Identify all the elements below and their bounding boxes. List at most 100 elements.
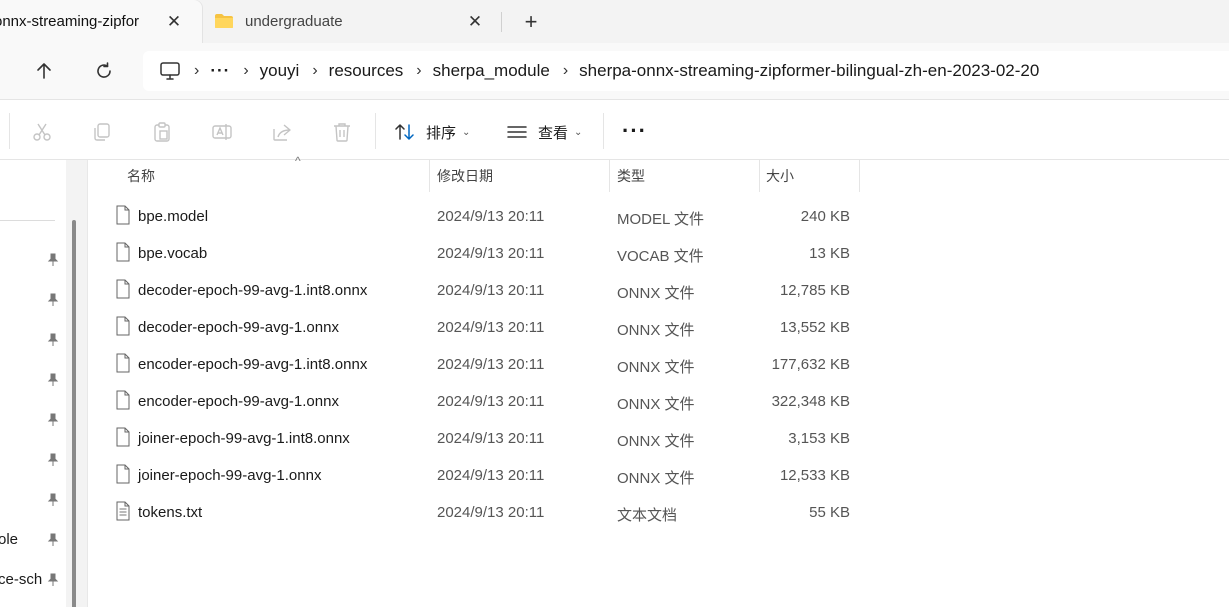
breadcrumb-separator[interactable]: › [243, 62, 248, 80]
breadcrumb-separator[interactable]: › [194, 62, 199, 80]
pin-icon[interactable] [46, 253, 60, 267]
pin-icon[interactable] [46, 533, 60, 547]
pin-icon[interactable] [46, 493, 60, 507]
file-list: ^ 名称 修改日期 类型 大小 bpe.model 2024/9/13 20:11… [88, 154, 1229, 607]
file-name: decoder-epoch-99-avg-1.int8.onnx [138, 282, 368, 299]
arrow-up-icon [37, 63, 51, 79]
file-icon [116, 242, 130, 262]
close-tab-icon[interactable]: ✕ [165, 12, 183, 31]
delete-icon[interactable] [331, 121, 353, 143]
up-button[interactable] [30, 57, 58, 85]
file-size: 12,533 KB [779, 467, 850, 484]
scrollbar-thumb[interactable] [72, 220, 76, 607]
breadcrumb-resources[interactable]: resources [329, 61, 404, 81]
file-row[interactable]: joiner-epoch-99-avg-1.onnx 2024/9/13 20:1… [88, 457, 868, 494]
file-icon [116, 316, 130, 336]
column-header-label: 大小 [766, 168, 794, 184]
tab-divider [501, 12, 502, 32]
file-icon [116, 279, 130, 299]
chevron-down-icon: ⌄ [462, 126, 471, 138]
command-separator [9, 113, 10, 149]
file-icon [116, 353, 130, 373]
file-date: 2024/9/13 20:11 [437, 356, 545, 373]
breadcrumb-youyi[interactable]: youyi [260, 61, 300, 81]
column-header-size[interactable]: 大小 [760, 160, 860, 192]
column-header-date[interactable]: 修改日期 [430, 160, 610, 192]
tab-undergraduate[interactable]: undergraduate ✕ [202, 0, 494, 43]
file-type: ONNX 文件 [617, 470, 695, 487]
pin-icon[interactable] [46, 573, 60, 587]
view-icon [507, 126, 527, 138]
pin-icon[interactable] [46, 373, 60, 387]
file-row[interactable]: tokens.txt 2024/9/13 20:11 文本文档 55 KB [88, 494, 868, 531]
pin-icon[interactable] [46, 293, 60, 307]
breadcrumb-separator[interactable]: › [416, 62, 421, 80]
file-date: 2024/9/13 20:11 [437, 245, 545, 262]
file-size: 13,552 KB [779, 319, 850, 336]
file-row[interactable]: bpe.model 2024/9/13 20:11 MODEL 文件 240 KB [88, 198, 868, 235]
sidebar-divider [0, 220, 55, 221]
rename-icon[interactable] [211, 121, 233, 143]
file-size: 322,348 KB [771, 393, 850, 410]
file-size: 13 KB [809, 245, 850, 262]
this-pc-icon[interactable] [159, 60, 181, 82]
sidebar-item-label[interactable]: ole [0, 531, 18, 548]
file-type: VOCAB 文件 [617, 248, 704, 265]
file-row[interactable]: encoder-epoch-99-avg-1.int8.onnx 2024/9/1… [88, 346, 868, 383]
cut-icon[interactable] [31, 121, 53, 143]
file-date: 2024/9/13 20:11 [437, 282, 545, 299]
file-row[interactable]: decoder-epoch-99-avg-1.int8.onnx 2024/9/1… [88, 272, 868, 309]
file-date: 2024/9/13 20:11 [437, 319, 545, 336]
file-icon [116, 427, 130, 447]
breadcrumb-sherpa-module[interactable]: sherpa_module [433, 61, 550, 81]
file-size: 177,632 KB [771, 356, 850, 373]
command-separator [375, 113, 376, 149]
file-row[interactable]: decoder-epoch-99-avg-1.onnx 2024/9/13 20:… [88, 309, 868, 346]
address-row: › ··· › youyi › resources › sherpa_modul… [0, 43, 1229, 100]
paste-icon[interactable] [151, 121, 173, 143]
file-icon [116, 464, 130, 484]
file-name: encoder-epoch-99-avg-1.onnx [138, 393, 339, 410]
close-tab-icon[interactable]: ✕ [466, 12, 484, 31]
column-header-type[interactable]: 类型 [610, 160, 760, 192]
breadcrumb-separator[interactable]: › [312, 62, 317, 80]
sort-button[interactable]: 排序 ⌄ [394, 118, 470, 146]
copy-icon[interactable] [91, 121, 113, 143]
sort-ascending-icon: ^ [295, 154, 301, 168]
file-type: ONNX 文件 [617, 285, 695, 302]
view-label: 查看 [538, 124, 569, 142]
column-header-label: 类型 [617, 168, 645, 184]
tab-label: onnx-streaming-zipfor [0, 13, 140, 30]
breadcrumb-separator[interactable]: › [563, 62, 568, 80]
file-type: ONNX 文件 [617, 359, 695, 376]
file-row[interactable]: encoder-epoch-99-avg-1.onnx 2024/9/13 20:… [88, 383, 868, 420]
more-options-button[interactable]: ··· [622, 120, 647, 142]
pin-icon[interactable] [46, 453, 60, 467]
column-header-name[interactable]: ^ 名称 [115, 154, 430, 192]
tab-sherpa-onnx[interactable]: onnx-streaming-zipfor ✕ [0, 0, 202, 43]
view-button[interactable]: 查看 ⌄ [506, 118, 582, 146]
command-separator [603, 113, 604, 149]
new-tab-button[interactable]: + [519, 9, 543, 34]
file-name: bpe.model [138, 208, 209, 225]
file-date: 2024/9/13 20:11 [437, 504, 545, 521]
file-date: 2024/9/13 20:11 [437, 393, 545, 410]
sidebar-scrollbar[interactable] [66, 160, 88, 607]
breadcrumb-current-folder[interactable]: sherpa-onnx-streaming-zipformer-bilingua… [579, 61, 1039, 81]
sidebar-item-label[interactable]: ce-sch [0, 571, 44, 588]
file-type: MODEL 文件 [617, 211, 704, 228]
refresh-button[interactable] [90, 57, 118, 85]
breadcrumb-overflow[interactable]: ··· [210, 61, 230, 81]
address-bar[interactable]: › ··· › youyi › resources › sherpa_modul… [143, 51, 1229, 91]
file-row[interactable]: joiner-epoch-99-avg-1.int8.onnx 2024/9/13… [88, 420, 868, 457]
pin-icon[interactable] [46, 333, 60, 347]
command-bar: 排序 ⌄ 查看 ⌄ ··· [0, 101, 1229, 160]
file-type: ONNX 文件 [617, 396, 695, 413]
file-name: decoder-epoch-99-avg-1.onnx [138, 319, 339, 336]
pin-icon[interactable] [46, 413, 60, 427]
text-file-icon [116, 501, 130, 521]
file-row[interactable]: bpe.vocab 2024/9/13 20:11 VOCAB 文件 13 KB [88, 235, 868, 272]
file-name: joiner-epoch-99-avg-1.onnx [138, 467, 322, 484]
share-icon[interactable] [271, 121, 293, 143]
file-date: 2024/9/13 20:11 [437, 467, 545, 484]
